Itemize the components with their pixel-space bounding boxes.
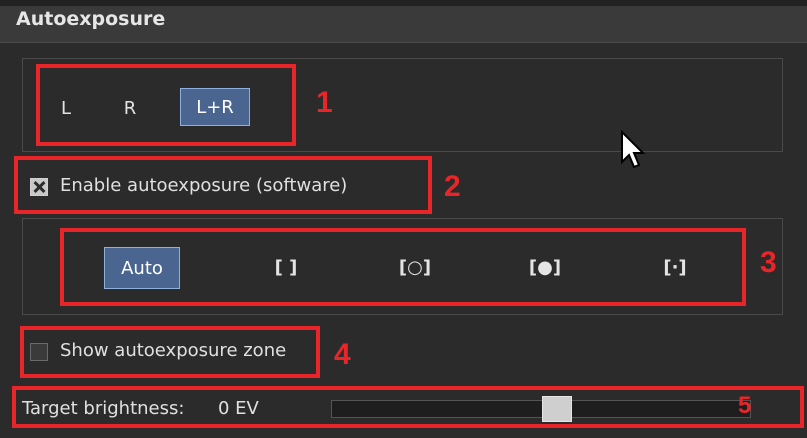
mouse-cursor-icon <box>621 130 646 169</box>
target-brightness-label: Target brightness: <box>22 398 185 419</box>
mode-center-weighted-button[interactable]: [○] <box>390 249 440 287</box>
brightness-slider-track[interactable] <box>331 400 751 418</box>
annotation-number-5: 5 <box>738 392 752 419</box>
brightness-slider-thumb[interactable] <box>542 396 572 422</box>
show-zone-label[interactable]: Show autoexposure zone <box>60 340 286 361</box>
enable-autoexposure-checkbox[interactable] <box>30 178 48 196</box>
mode-full-frame-button[interactable]: [ ] <box>262 249 310 287</box>
annotation-number-4: 4 <box>334 338 351 371</box>
panel-header: Autoexposure <box>0 0 807 43</box>
eye-option-r[interactable]: R <box>112 90 148 128</box>
target-brightness-value: 0 EV <box>218 398 259 419</box>
annotation-number-3: 3 <box>760 246 777 279</box>
panel-title: Autoexposure <box>16 8 166 30</box>
enable-autoexposure-label[interactable]: Enable autoexposure (software) <box>60 175 347 196</box>
show-zone-checkbox[interactable] <box>30 343 48 361</box>
eye-option-lr[interactable]: L+R <box>180 88 250 126</box>
mode-spot-button[interactable]: [●] <box>520 249 570 287</box>
mode-point-button[interactable]: [·] <box>650 249 700 287</box>
annotation-number-2: 2 <box>444 170 461 203</box>
annotation-number-1: 1 <box>316 86 333 119</box>
eye-option-l[interactable]: L <box>48 90 84 128</box>
mode-auto-button[interactable]: Auto <box>104 247 180 289</box>
header-top-strip <box>0 0 807 6</box>
